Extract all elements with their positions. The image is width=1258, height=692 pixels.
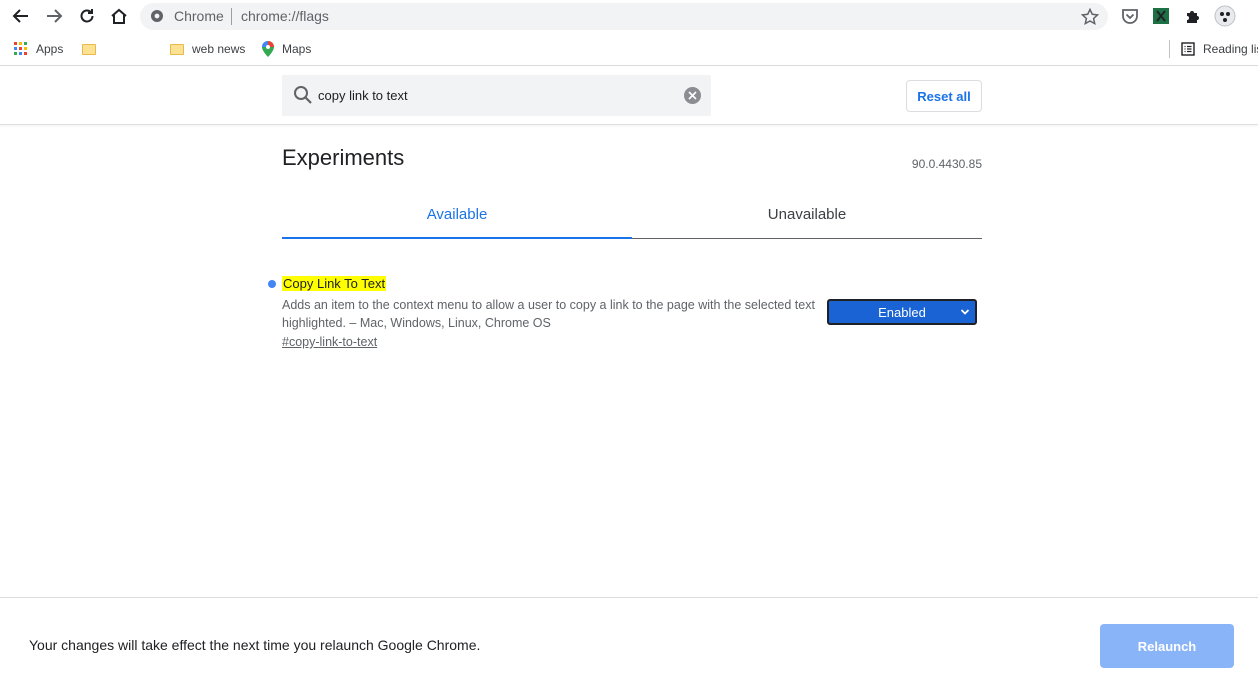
back-arrow-icon xyxy=(12,9,28,23)
bookmark-folder-unnamed[interactable] xyxy=(82,39,104,59)
bookmark-star-icon[interactable] xyxy=(1080,7,1100,27)
omnibox[interactable]: Chrome chrome://flags xyxy=(140,3,1108,30)
bookmark-label: web news xyxy=(192,42,246,56)
reload-button[interactable] xyxy=(74,4,100,28)
experiment-name: Copy Link To Text xyxy=(282,276,387,291)
excel-extension-button[interactable] xyxy=(1150,5,1172,27)
flags-header: Reset all xyxy=(0,67,1258,125)
bookmarks-divider xyxy=(1169,40,1170,58)
pocket-extension-button[interactable] xyxy=(1119,5,1141,27)
close-icon xyxy=(688,91,697,100)
reload-icon xyxy=(80,9,94,23)
bookmark-apps[interactable]: Apps xyxy=(14,39,63,59)
tab-bar: Available Unavailable xyxy=(282,196,982,239)
bookmark-label: Maps xyxy=(282,42,312,56)
pocket-icon xyxy=(1122,9,1138,24)
reset-all-button[interactable]: Reset all xyxy=(906,80,982,112)
omnibox-url[interactable]: chrome://flags xyxy=(241,8,329,24)
reading-list-button[interactable]: Reading list xyxy=(1181,39,1258,59)
excel-icon xyxy=(1153,8,1169,24)
home-button[interactable] xyxy=(106,4,132,28)
tab-unavailable[interactable]: Unavailable xyxy=(632,196,982,239)
experiment-state-select[interactable]: Enabled xyxy=(827,299,977,325)
chrome-page-icon xyxy=(151,10,163,22)
relaunch-button[interactable]: Relaunch xyxy=(1100,624,1234,668)
puzzle-piece-icon xyxy=(1187,11,1199,23)
folder-icon xyxy=(82,43,96,55)
profile-avatar-button[interactable] xyxy=(1214,5,1236,27)
extensions-button[interactable] xyxy=(1182,5,1204,27)
avatar-icon xyxy=(1214,5,1236,27)
tab-available[interactable]: Available xyxy=(282,196,632,239)
experiment-permalink[interactable]: #copy-link-to-text xyxy=(282,335,377,349)
experiment-description: Adds an item to the context menu to allo… xyxy=(282,298,815,330)
back-button[interactable] xyxy=(8,4,34,28)
search-box[interactable] xyxy=(282,75,711,116)
omnibox-separator xyxy=(231,8,232,25)
relaunch-message: Your changes will take effect the next t… xyxy=(29,637,481,653)
reading-list-icon xyxy=(1181,42,1195,56)
browser-toolbar: Chrome chrome://flags xyxy=(0,0,1258,33)
apps-grid-icon xyxy=(14,42,27,55)
forward-button[interactable] xyxy=(41,4,67,28)
forward-arrow-icon xyxy=(47,9,63,23)
bookmark-label: Apps xyxy=(36,42,64,56)
reading-list-label: Reading list xyxy=(1203,42,1258,56)
maps-pin-icon xyxy=(262,41,274,57)
search-icon xyxy=(294,86,312,104)
bookmark-maps[interactable]: Maps xyxy=(262,39,311,59)
version-label: 90.0.4430.85 xyxy=(911,157,982,171)
bookmark-folder-web-news[interactable]: web news xyxy=(170,39,245,59)
bookmarks-bar: Apps web news Maps Reading list xyxy=(0,33,1258,66)
selected-state-label: Enabled xyxy=(878,304,926,320)
chevron-down-icon xyxy=(960,309,970,315)
page-title: Experiments xyxy=(282,145,405,170)
folder-icon xyxy=(170,43,184,55)
home-icon xyxy=(111,8,127,24)
search-input[interactable] xyxy=(318,85,678,105)
clear-search-button[interactable] xyxy=(684,87,701,104)
omnibox-site-label: Chrome xyxy=(174,8,224,24)
modified-indicator-dot xyxy=(268,280,276,288)
relaunch-footer: Your changes will take effect the next t… xyxy=(0,597,1258,692)
